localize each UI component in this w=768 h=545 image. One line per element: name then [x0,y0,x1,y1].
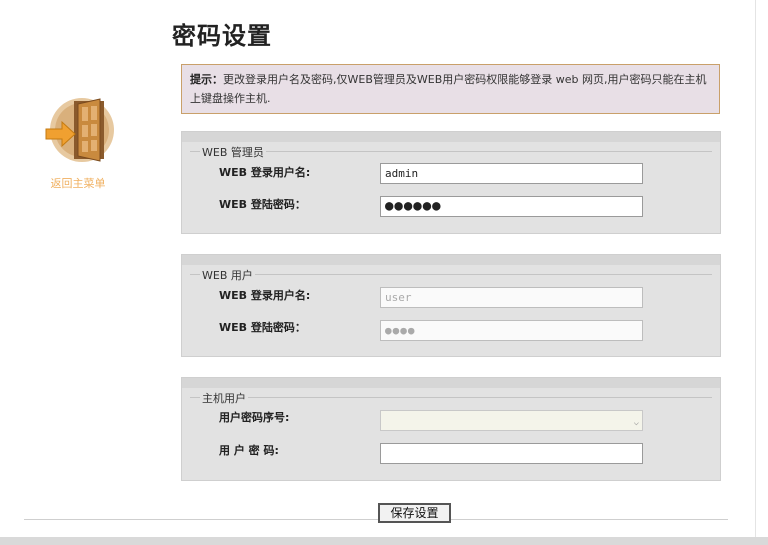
web-admin-username-label: WEB 登录用户名: [219,166,311,179]
back-to-main-menu[interactable]: 返回主菜单 [38,95,118,191]
web-user-username-input[interactable]: user [380,287,643,308]
footer-divider [24,519,728,520]
door-exit-icon[interactable] [38,95,118,167]
tip-box: 提示：更改登录用户名及密码,仅WEB管理员及WEB用户密码权限能够登录 web … [181,64,720,114]
tip-label: 提示： [190,73,223,86]
window-bottom-bar [0,537,768,545]
chevron-down-icon[interactable]: ⌵ [634,414,639,433]
panel-header-bar [182,378,720,388]
host-user-password-input[interactable] [380,443,643,464]
host-user-legend: 主机用户 [200,390,248,406]
group-rule [190,397,712,398]
host-user-serial-label: 用户密码序号: [219,411,290,424]
group-rule [190,151,712,152]
tip-text: 更改登录用户名及密码,仅WEB管理员及WEB用户密码权限能够登录 web 网页,… [190,73,707,105]
web-admin-password-label: WEB 登陆密码： [219,198,306,211]
web-admin-password-input[interactable]: ●●●●●● [380,196,643,217]
web-admin-panel: WEB 管理员 WEB 登录用户名: admin WEB 登陆密码： ●●●●●… [181,131,721,234]
web-admin-username-input[interactable]: admin [380,163,643,184]
web-user-panel: WEB 用户 WEB 登录用户名: user WEB 登陆密码： ●●●● [181,254,721,357]
web-user-password-input[interactable]: ●●●● [380,320,643,341]
panel-header-bar [182,132,720,142]
group-rule [190,274,712,275]
page-title: 密码设置 [172,21,272,50]
host-user-password-label: 用 户 密 码: [219,444,279,457]
host-user-panel: 主机用户 用户密码序号: ⌵ 用 户 密 码: [181,377,721,481]
panel-header-bar [182,255,720,265]
web-user-username-label: WEB 登录用户名: [219,289,311,302]
web-admin-legend: WEB 管理员 [200,144,266,160]
back-label[interactable]: 返回主菜单 [38,175,118,191]
host-user-serial-select[interactable]: ⌵ [380,410,643,431]
web-user-password-label: WEB 登陆密码： [219,321,306,334]
right-edge-line [755,0,756,537]
web-user-legend: WEB 用户 [200,267,255,283]
save-settings-button[interactable]: 保存设置 [378,503,451,523]
